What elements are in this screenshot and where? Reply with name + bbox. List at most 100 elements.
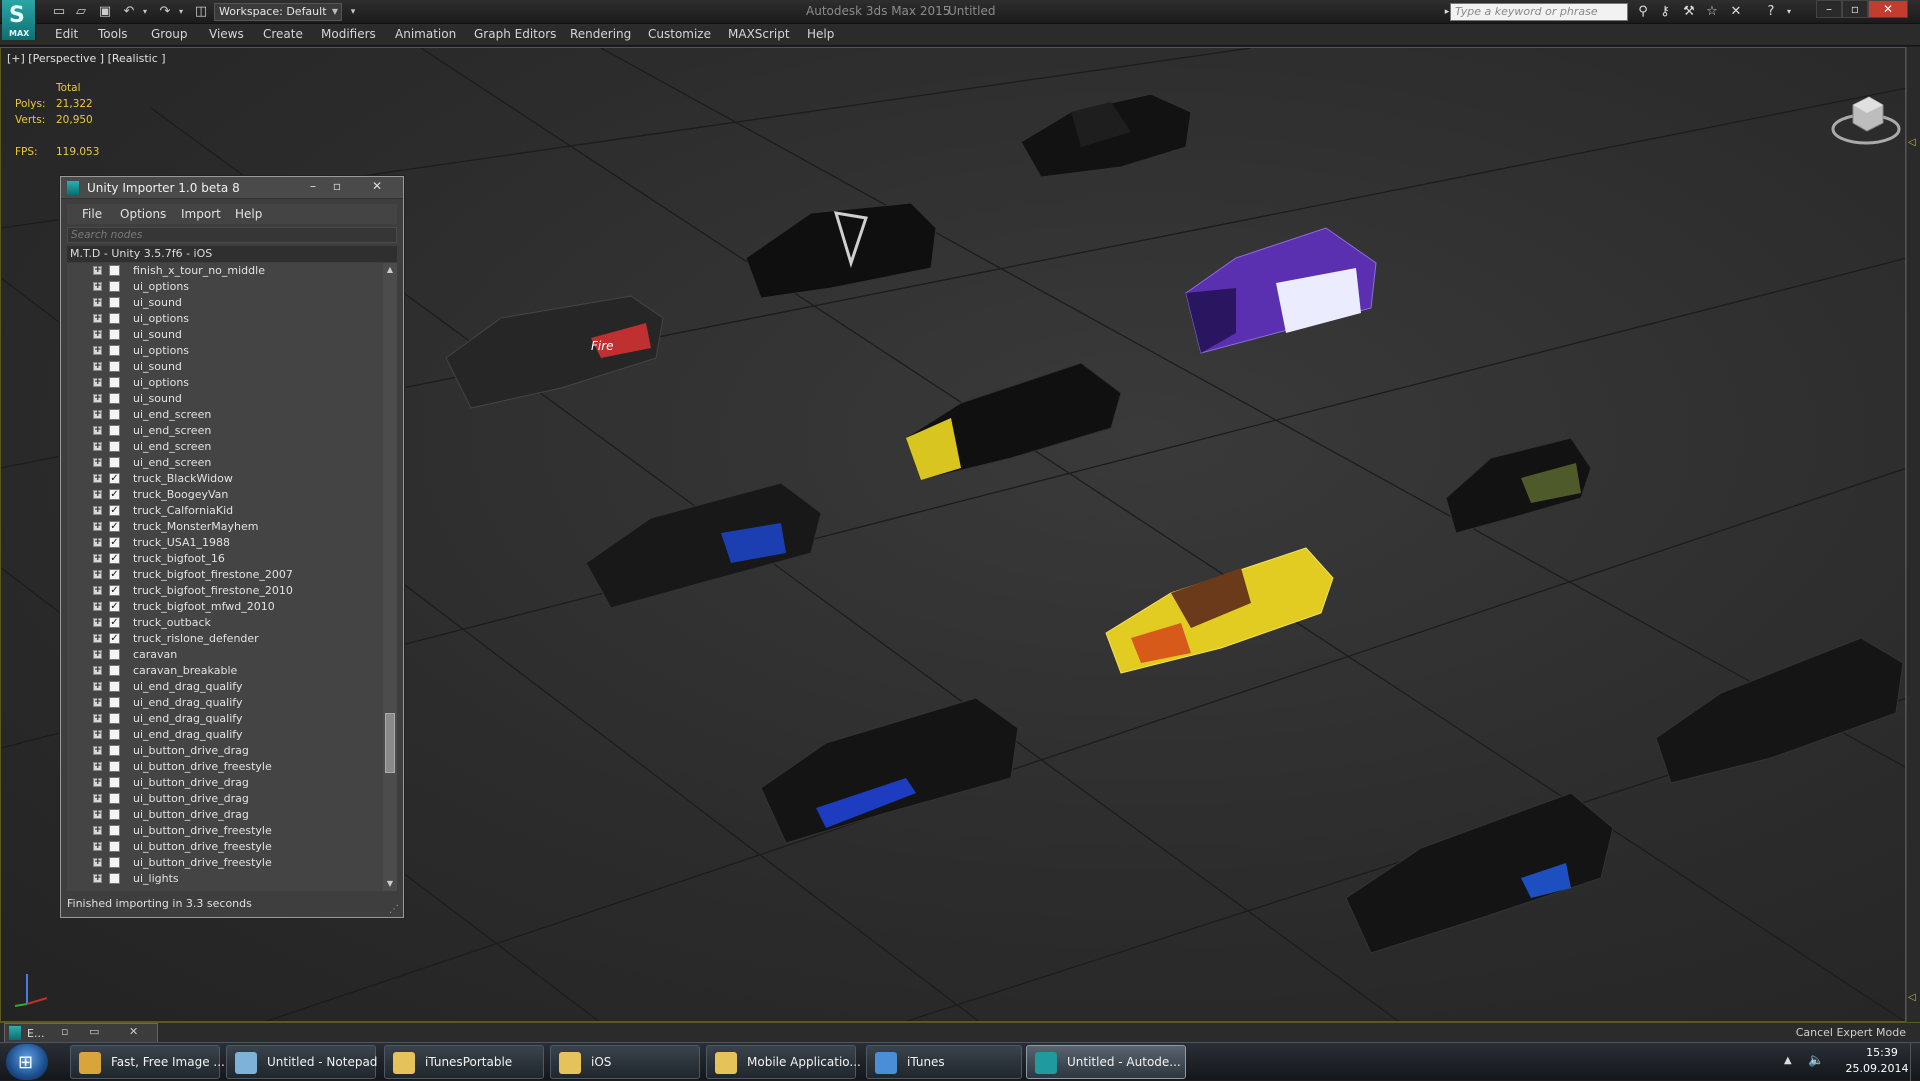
maximize-icon[interactable]: ▭ xyxy=(89,1025,99,1038)
tree-node[interactable]: + ✓ truck_outback xyxy=(67,615,383,631)
menu-edit[interactable]: Edit xyxy=(55,27,78,41)
node-checkbox[interactable]: ✓ xyxy=(109,505,120,516)
tree-node[interactable]: + ui_end_screen xyxy=(67,455,383,471)
undo-dropdown-icon[interactable]: ▾ xyxy=(136,3,154,21)
help-icon[interactable]: ? xyxy=(1762,3,1780,21)
tree-node[interactable]: + ui_options xyxy=(67,375,383,391)
tree-node[interactable]: + ui_end_screen xyxy=(67,407,383,423)
taskbar-item[interactable]: iOS xyxy=(550,1045,700,1079)
maximize-window-button[interactable]: ▫ xyxy=(1842,0,1868,18)
expand-plus-icon[interactable]: + xyxy=(93,442,102,451)
node-tree-scrollbar[interactable]: ▲ ▼ xyxy=(383,263,397,891)
importer-title-bar[interactable]: Unity Importer 1.0 beta 8 – ▫ ✕ xyxy=(61,177,403,199)
node-checkbox[interactable] xyxy=(109,873,120,884)
speaker-icon[interactable]: 🔈 xyxy=(1808,1053,1824,1068)
node-checkbox[interactable] xyxy=(109,777,120,788)
taskbar-item[interactable]: iTunes xyxy=(866,1045,1022,1079)
tray-expand-icon[interactable]: ▲ xyxy=(1784,1055,1792,1066)
clock-time[interactable]: 15:39 xyxy=(1852,1046,1912,1059)
expand-plus-icon[interactable]: + xyxy=(93,490,102,499)
tree-node[interactable]: + ui_end_screen xyxy=(67,423,383,439)
expand-plus-icon[interactable]: + xyxy=(93,314,102,323)
node-checkbox[interactable] xyxy=(109,425,120,436)
open-file-icon[interactable]: ▱ xyxy=(72,3,90,21)
expand-plus-icon[interactable]: + xyxy=(93,746,102,755)
expand-plus-icon[interactable]: + xyxy=(93,810,102,819)
node-checkbox[interactable] xyxy=(109,377,120,388)
menu-create[interactable]: Create xyxy=(263,27,303,41)
tree-node[interactable]: + ui_end_drag_qualify xyxy=(67,695,383,711)
node-checkbox[interactable] xyxy=(109,697,120,708)
truck-model-firestone-blue[interactable] xyxy=(581,453,826,613)
tree-node[interactable]: + ✓ truck_BlackWidow xyxy=(67,471,383,487)
clock-date[interactable]: 25.09.2014 xyxy=(1840,1062,1914,1075)
truck-model-california-kid[interactable] xyxy=(1101,543,1336,688)
close-icon[interactable]: ✕ xyxy=(129,1025,138,1038)
node-checkbox[interactable] xyxy=(109,761,120,772)
node-checkbox[interactable] xyxy=(109,457,120,468)
importer-close-button[interactable]: ✕ xyxy=(367,179,387,195)
tree-node[interactable]: + ui_end_screen xyxy=(67,439,383,455)
node-checkbox[interactable]: ✓ xyxy=(109,489,120,500)
node-checkbox[interactable] xyxy=(109,825,120,836)
tree-node[interactable]: + ui_button_drive_drag xyxy=(67,743,383,759)
importer-root-node[interactable]: M.T.D - Unity 3.5.7f6 - iOS xyxy=(67,246,397,262)
expand-plus-icon[interactable]: + xyxy=(93,586,102,595)
tree-node[interactable]: + ui_options xyxy=(67,343,383,359)
tree-node[interactable]: + ui_sound xyxy=(67,327,383,343)
scroll-thumb[interactable] xyxy=(385,713,395,773)
menu-help[interactable]: Help xyxy=(807,27,834,41)
new-file-icon[interactable]: ▭ xyxy=(50,3,68,21)
taskbar-item[interactable]: Untitled - Notepad xyxy=(226,1045,377,1079)
importer-minimize-button[interactable]: – xyxy=(303,179,323,195)
node-checkbox[interactable] xyxy=(109,793,120,804)
subscription-icon[interactable]: ⚒ xyxy=(1680,3,1698,21)
node-checkbox[interactable]: ✓ xyxy=(109,553,120,564)
node-checkbox[interactable] xyxy=(109,409,120,420)
start-button[interactable]: ⊞ xyxy=(6,1044,48,1080)
node-checkbox[interactable]: ✓ xyxy=(109,601,120,612)
expand-plus-icon[interactable]: + xyxy=(93,346,102,355)
importer-menu-help[interactable]: Help xyxy=(235,207,262,221)
show-desktop-button[interactable] xyxy=(1910,1043,1920,1081)
customize-toolbar-icon[interactable]: ▾ xyxy=(344,3,362,21)
expand-plus-icon[interactable]: + xyxy=(93,602,102,611)
node-checkbox[interactable] xyxy=(109,745,120,756)
tree-node[interactable]: + ui_end_drag_qualify xyxy=(67,711,383,727)
menu-customize[interactable]: Customize xyxy=(648,27,711,41)
tree-node[interactable]: + ✓ truck_CalforniaKid xyxy=(67,503,383,519)
viewcube-icon[interactable] xyxy=(1831,83,1901,153)
tree-node[interactable]: + ui_end_drag_qualify xyxy=(67,727,383,743)
expand-plus-icon[interactable]: + xyxy=(93,842,102,851)
menu-maxscript[interactable]: MAXScript xyxy=(728,27,790,41)
tree-node[interactable]: + ✓ truck_bigfoot_mfwd_2010 xyxy=(67,599,383,615)
expand-plus-icon[interactable]: + xyxy=(93,394,102,403)
taskbar-item[interactable]: Mobile Applicatio... xyxy=(706,1045,861,1079)
tree-node[interactable]: + ✓ truck_MonsterMayhem xyxy=(67,519,383,535)
restore-icon[interactable]: ▫ xyxy=(61,1025,68,1038)
tree-node[interactable]: + ui_button_drive_drag xyxy=(67,807,383,823)
tree-node[interactable]: + ✓ truck_rislone_defender xyxy=(67,631,383,647)
node-checkbox[interactable]: ✓ xyxy=(109,537,120,548)
tree-node[interactable]: + ui_sound xyxy=(67,391,383,407)
truck-model-blue-stripe[interactable] xyxy=(756,668,1021,848)
truck-model-white-exhaust[interactable] xyxy=(741,158,941,318)
scroll-up-icon[interactable]: ▲ xyxy=(383,263,397,277)
tree-node[interactable]: + ui_options xyxy=(67,311,383,327)
expand-plus-icon[interactable]: + xyxy=(93,282,102,291)
expand-plus-icon[interactable]: + xyxy=(93,554,102,563)
menu-group[interactable]: Group xyxy=(151,27,188,41)
expand-plus-icon[interactable]: + xyxy=(93,298,102,307)
help-dropdown-icon[interactable]: ▾ xyxy=(1780,3,1798,21)
expand-plus-icon[interactable]: + xyxy=(93,682,102,691)
tree-node[interactable]: + ui_button_drive_freestyle xyxy=(67,839,383,855)
importer-menu-file[interactable]: File xyxy=(82,207,102,221)
node-checkbox[interactable] xyxy=(109,713,120,724)
node-checkbox[interactable]: ✓ xyxy=(109,473,120,484)
menu-views[interactable]: Views xyxy=(209,27,244,41)
node-checkbox[interactable] xyxy=(109,345,120,356)
truck-model-rear[interactable] xyxy=(1011,72,1201,192)
truck-model-boogey-van[interactable] xyxy=(1176,223,1381,363)
node-checkbox[interactable] xyxy=(109,281,120,292)
tree-node[interactable]: + ui_sound xyxy=(67,359,383,375)
